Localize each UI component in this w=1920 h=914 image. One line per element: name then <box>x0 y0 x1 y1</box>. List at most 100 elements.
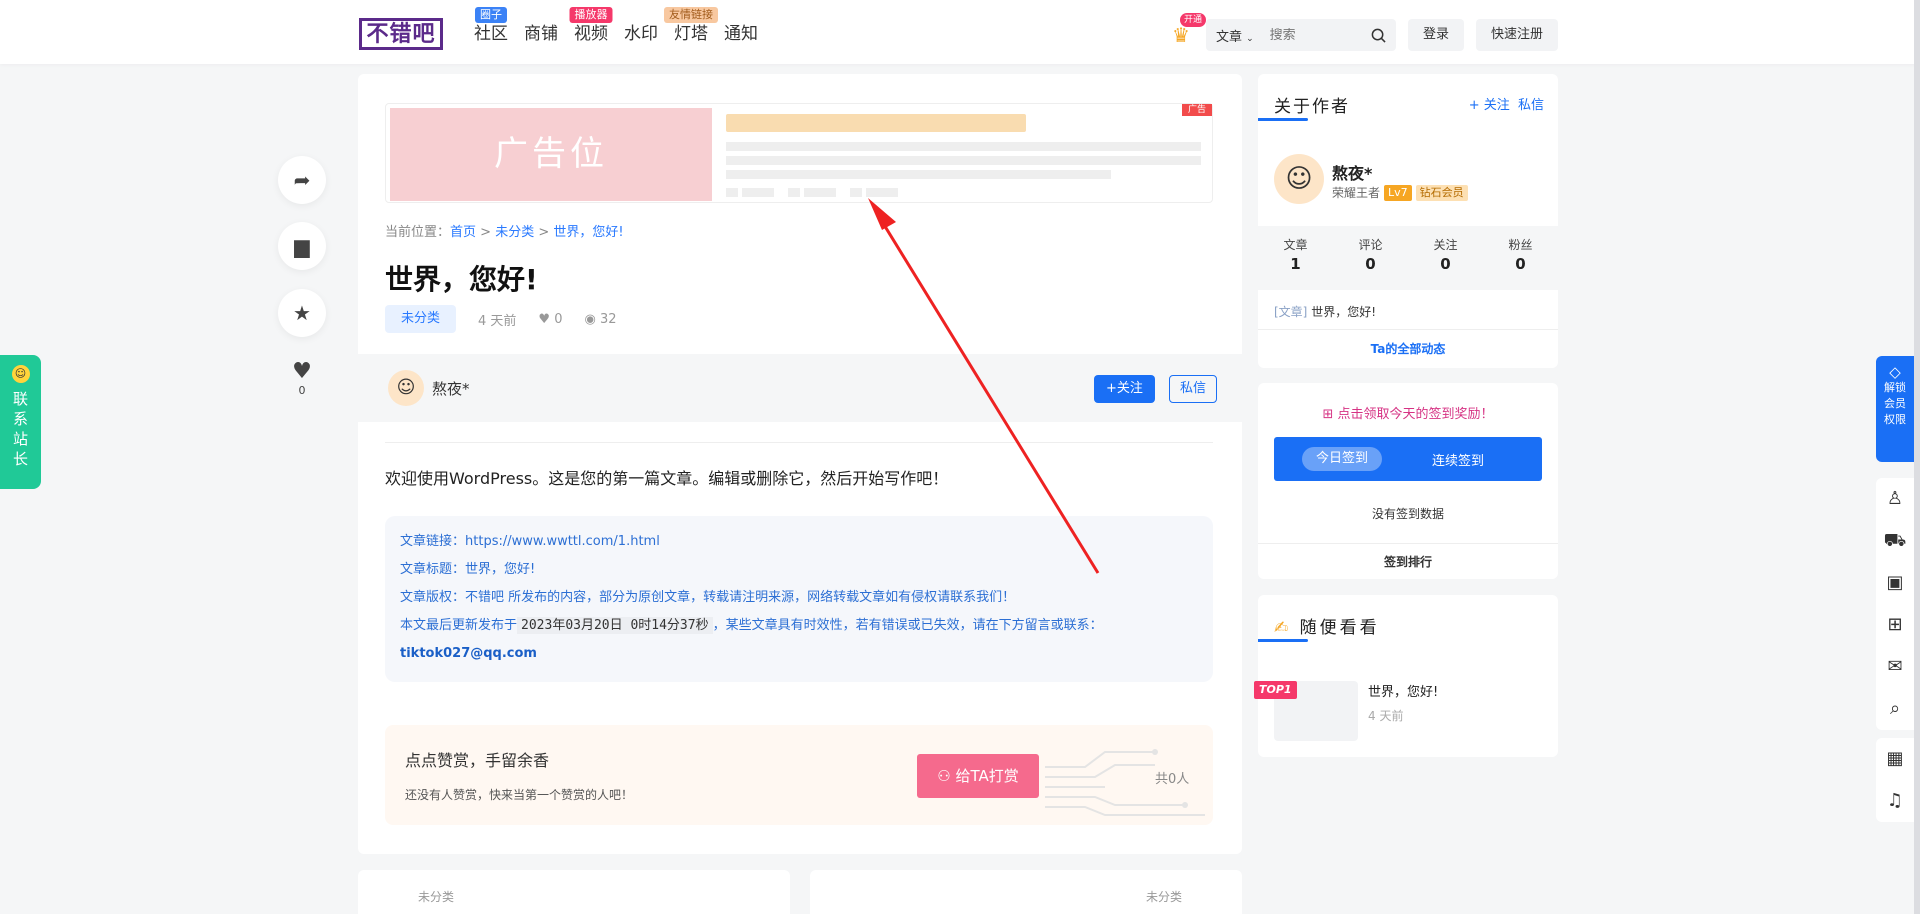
category-tag[interactable]: 未分类 <box>385 305 457 333</box>
stat-fans[interactable]: 粉丝 0 <box>1483 226 1558 290</box>
widget-title: 关于作者 <box>1274 97 1350 117</box>
unlock-vip-button[interactable]: ◇ 解锁会员权限 <box>1876 356 1914 462</box>
share-button[interactable]: ➦ <box>278 156 326 204</box>
search-icon[interactable] <box>1371 28 1386 43</box>
nav-item-video[interactable]: 视频 播放器 <box>569 7 613 48</box>
message-button[interactable]: 私信 <box>1169 375 1218 403</box>
comment-button[interactable]: ▆ <box>278 222 326 270</box>
author-avatar[interactable]: ☺ <box>1274 154 1324 204</box>
search-input[interactable] <box>1269 27 1371 43</box>
search-icon[interactable]: ⌕ <box>1876 688 1914 730</box>
stat-comments[interactable]: 评论 0 <box>1333 226 1408 290</box>
nav-label: 灯塔 <box>674 24 708 44</box>
nav-badge: 播放器 <box>569 7 613 23</box>
about-author-widget: 关于作者 + 关注 私信 ☺ 熬夜* 荣耀王者 Lv7 钻石会员 文章 1 评论 0… <box>1258 74 1558 368</box>
breadcrumb-home[interactable]: 首页 <box>450 225 476 240</box>
nav-label: 视频 <box>574 24 608 44</box>
stat-value: 0 <box>1440 255 1451 273</box>
vip-crown-icon[interactable]: ♛ 开通 <box>1168 13 1206 48</box>
all-activity-link[interactable]: Ta的全部动态 <box>1258 329 1558 368</box>
bell-icon[interactable]: ♫ <box>1876 780 1914 822</box>
tab-continuous-checkin[interactable]: 连续签到 <box>1432 450 1484 469</box>
author-name[interactable]: 熬夜* <box>1332 160 1372 184</box>
article-title: 世界，您好! <box>385 263 538 296</box>
like-count: 0 <box>298 384 306 397</box>
unlock-label: 解锁会员权限 <box>1884 381 1906 426</box>
breadcrumb-current[interactable]: 世界，您好! <box>553 225 623 240</box>
coin-icon: ⚇ <box>937 767 951 785</box>
article-meta: 未分类 4 天前 ♥ 0 ◉ 32 <box>385 305 617 333</box>
favorite-button[interactable]: ★ <box>278 289 326 337</box>
author-name[interactable]: 熬夜* <box>432 378 470 399</box>
author-actions: + 关注 私信 <box>1469 94 1544 113</box>
ticket-icon[interactable]: ▣ <box>1876 562 1914 604</box>
divider <box>385 442 1213 443</box>
login-button[interactable]: 登录 <box>1407 19 1464 51</box>
related-card[interactable]: 未分类 <box>810 870 1242 914</box>
stat-value: 0 <box>1365 255 1376 273</box>
contact-email[interactable]: tiktok027@qq.com <box>400 646 537 661</box>
comment-icon: ▆ <box>294 234 310 258</box>
author-avatar[interactable]: ☺ <box>388 370 424 406</box>
gift-icon: ⊞ <box>1322 407 1334 422</box>
main-nav: 社区 圈子 商铺 视频 播放器 水印 灯塔 友情链接 通知 <box>474 7 758 48</box>
breadcrumb-category[interactable]: 未分类 <box>495 225 534 240</box>
site-header: 不错吧 社区 圈子 商铺 视频 播放器 水印 灯塔 友情链接 通知 ♛ 开通 文章… <box>0 0 1920 64</box>
view-count: 32 <box>599 311 617 327</box>
sidebar-message-link[interactable]: 私信 <box>1518 98 1544 113</box>
article-content: 欢迎使用WordPress。这是您的第一篇文章。编辑或删除它，然后开始写作吧！ <box>385 469 949 488</box>
ad-skeleton-dots <box>726 188 898 197</box>
stat-label: 评论 <box>1358 238 1383 252</box>
star-icon: ★ <box>293 301 311 325</box>
article-info-box: 文章链接：https://www.wwttl.com/1.html 文章标题：世… <box>385 516 1213 682</box>
search-category-select[interactable]: 文章 ⌄ <box>1216 26 1254 45</box>
reward-button[interactable]: ⚇ 给TA打赏 <box>917 754 1039 798</box>
ad-banner[interactable]: 广告位 广告 <box>385 103 1213 203</box>
article-link[interactable]: https://www.wwttl.com/1.html <box>465 534 660 549</box>
follow-button[interactable]: +关注 <box>1094 375 1155 403</box>
nav-item-community[interactable]: 社区 圈子 <box>474 7 508 48</box>
contact-admin-button[interactable]: ☺ 联系站长 <box>0 355 41 489</box>
stat-posts[interactable]: 文章 1 <box>1258 226 1333 290</box>
mail-icon[interactable]: ✉ <box>1876 646 1914 688</box>
nav-badge: 圈子 <box>475 7 507 23</box>
qrcode-icon[interactable]: ▦ <box>1876 738 1914 780</box>
sidebar-follow-link[interactable]: + 关注 <box>1469 98 1510 113</box>
reward-section: 点点赞赏，手留余香 还没有人赞赏，快来当第一个赞赏的人吧！ ⚇ 给TA打赏 共0… <box>385 725 1213 825</box>
checkin-rank-link[interactable]: 签到排行 <box>1258 543 1558 580</box>
related-card[interactable]: 未分类 <box>358 870 790 914</box>
reward-subtitle: 还没有人赞赏，快来当第一个赞赏的人吧！ <box>405 788 634 802</box>
user-icon[interactable]: ♙ <box>1876 478 1914 520</box>
recent-tag: [文章] <box>1274 305 1308 319</box>
stat-value: 0 <box>1515 255 1526 273</box>
hand-icon: ✍ <box>1274 618 1292 638</box>
nav-label: 水印 <box>624 24 658 44</box>
like-button[interactable]: ♥ 0 <box>278 359 326 398</box>
contact-label: 联系站长 <box>12 390 28 468</box>
checkin-empty: 没有签到数据 <box>1371 507 1444 521</box>
info-title: 世界，您好! <box>465 562 536 577</box>
diamond-icon: ◇ <box>1889 363 1901 381</box>
checkin-hint[interactable]: ⊞ 点击领取今天的签到奖励！ <box>1258 403 1558 422</box>
nav-item-lighthouse[interactable]: 灯塔 友情链接 <box>664 7 718 48</box>
related-category: 未分类 <box>1146 890 1183 904</box>
register-button[interactable]: 快速注册 <box>1475 19 1558 51</box>
recent-post[interactable]: [文章] 世界，您好! <box>1274 290 1376 334</box>
update-time: 2023年03月20日 0时14分37秒 <box>517 617 713 634</box>
cart-icon[interactable]: ⛟ <box>1876 520 1914 562</box>
gift-icon[interactable]: ⊞ <box>1876 604 1914 646</box>
tab-today-checkin[interactable]: 今日签到 <box>1302 447 1383 471</box>
smile-icon: ☺ <box>11 365 30 383</box>
site-logo[interactable]: 不错吧 <box>359 18 443 50</box>
share-icon: ➦ <box>293 168 311 192</box>
heart-icon: ♥ <box>292 359 312 384</box>
random-posts-widget: ✍ 随便看看 TOP1 世界，您好! 4 天前 <box>1254 595 1558 757</box>
stat-following[interactable]: 关注 0 <box>1408 226 1483 290</box>
info-update-row: 本文最后更新发布于 2023年03月20日 0时14分37秒 ，某些文章具有时效性，… <box>400 612 1198 640</box>
nav-item-watermark[interactable]: 水印 <box>624 20 658 48</box>
title-underline <box>1258 639 1308 642</box>
nav-item-notice[interactable]: 通知 <box>724 20 758 48</box>
random-post-title[interactable]: 世界，您好! <box>1368 681 1438 700</box>
nav-item-shop[interactable]: 商铺 <box>524 20 558 48</box>
scrollbar[interactable] <box>1914 0 1920 914</box>
